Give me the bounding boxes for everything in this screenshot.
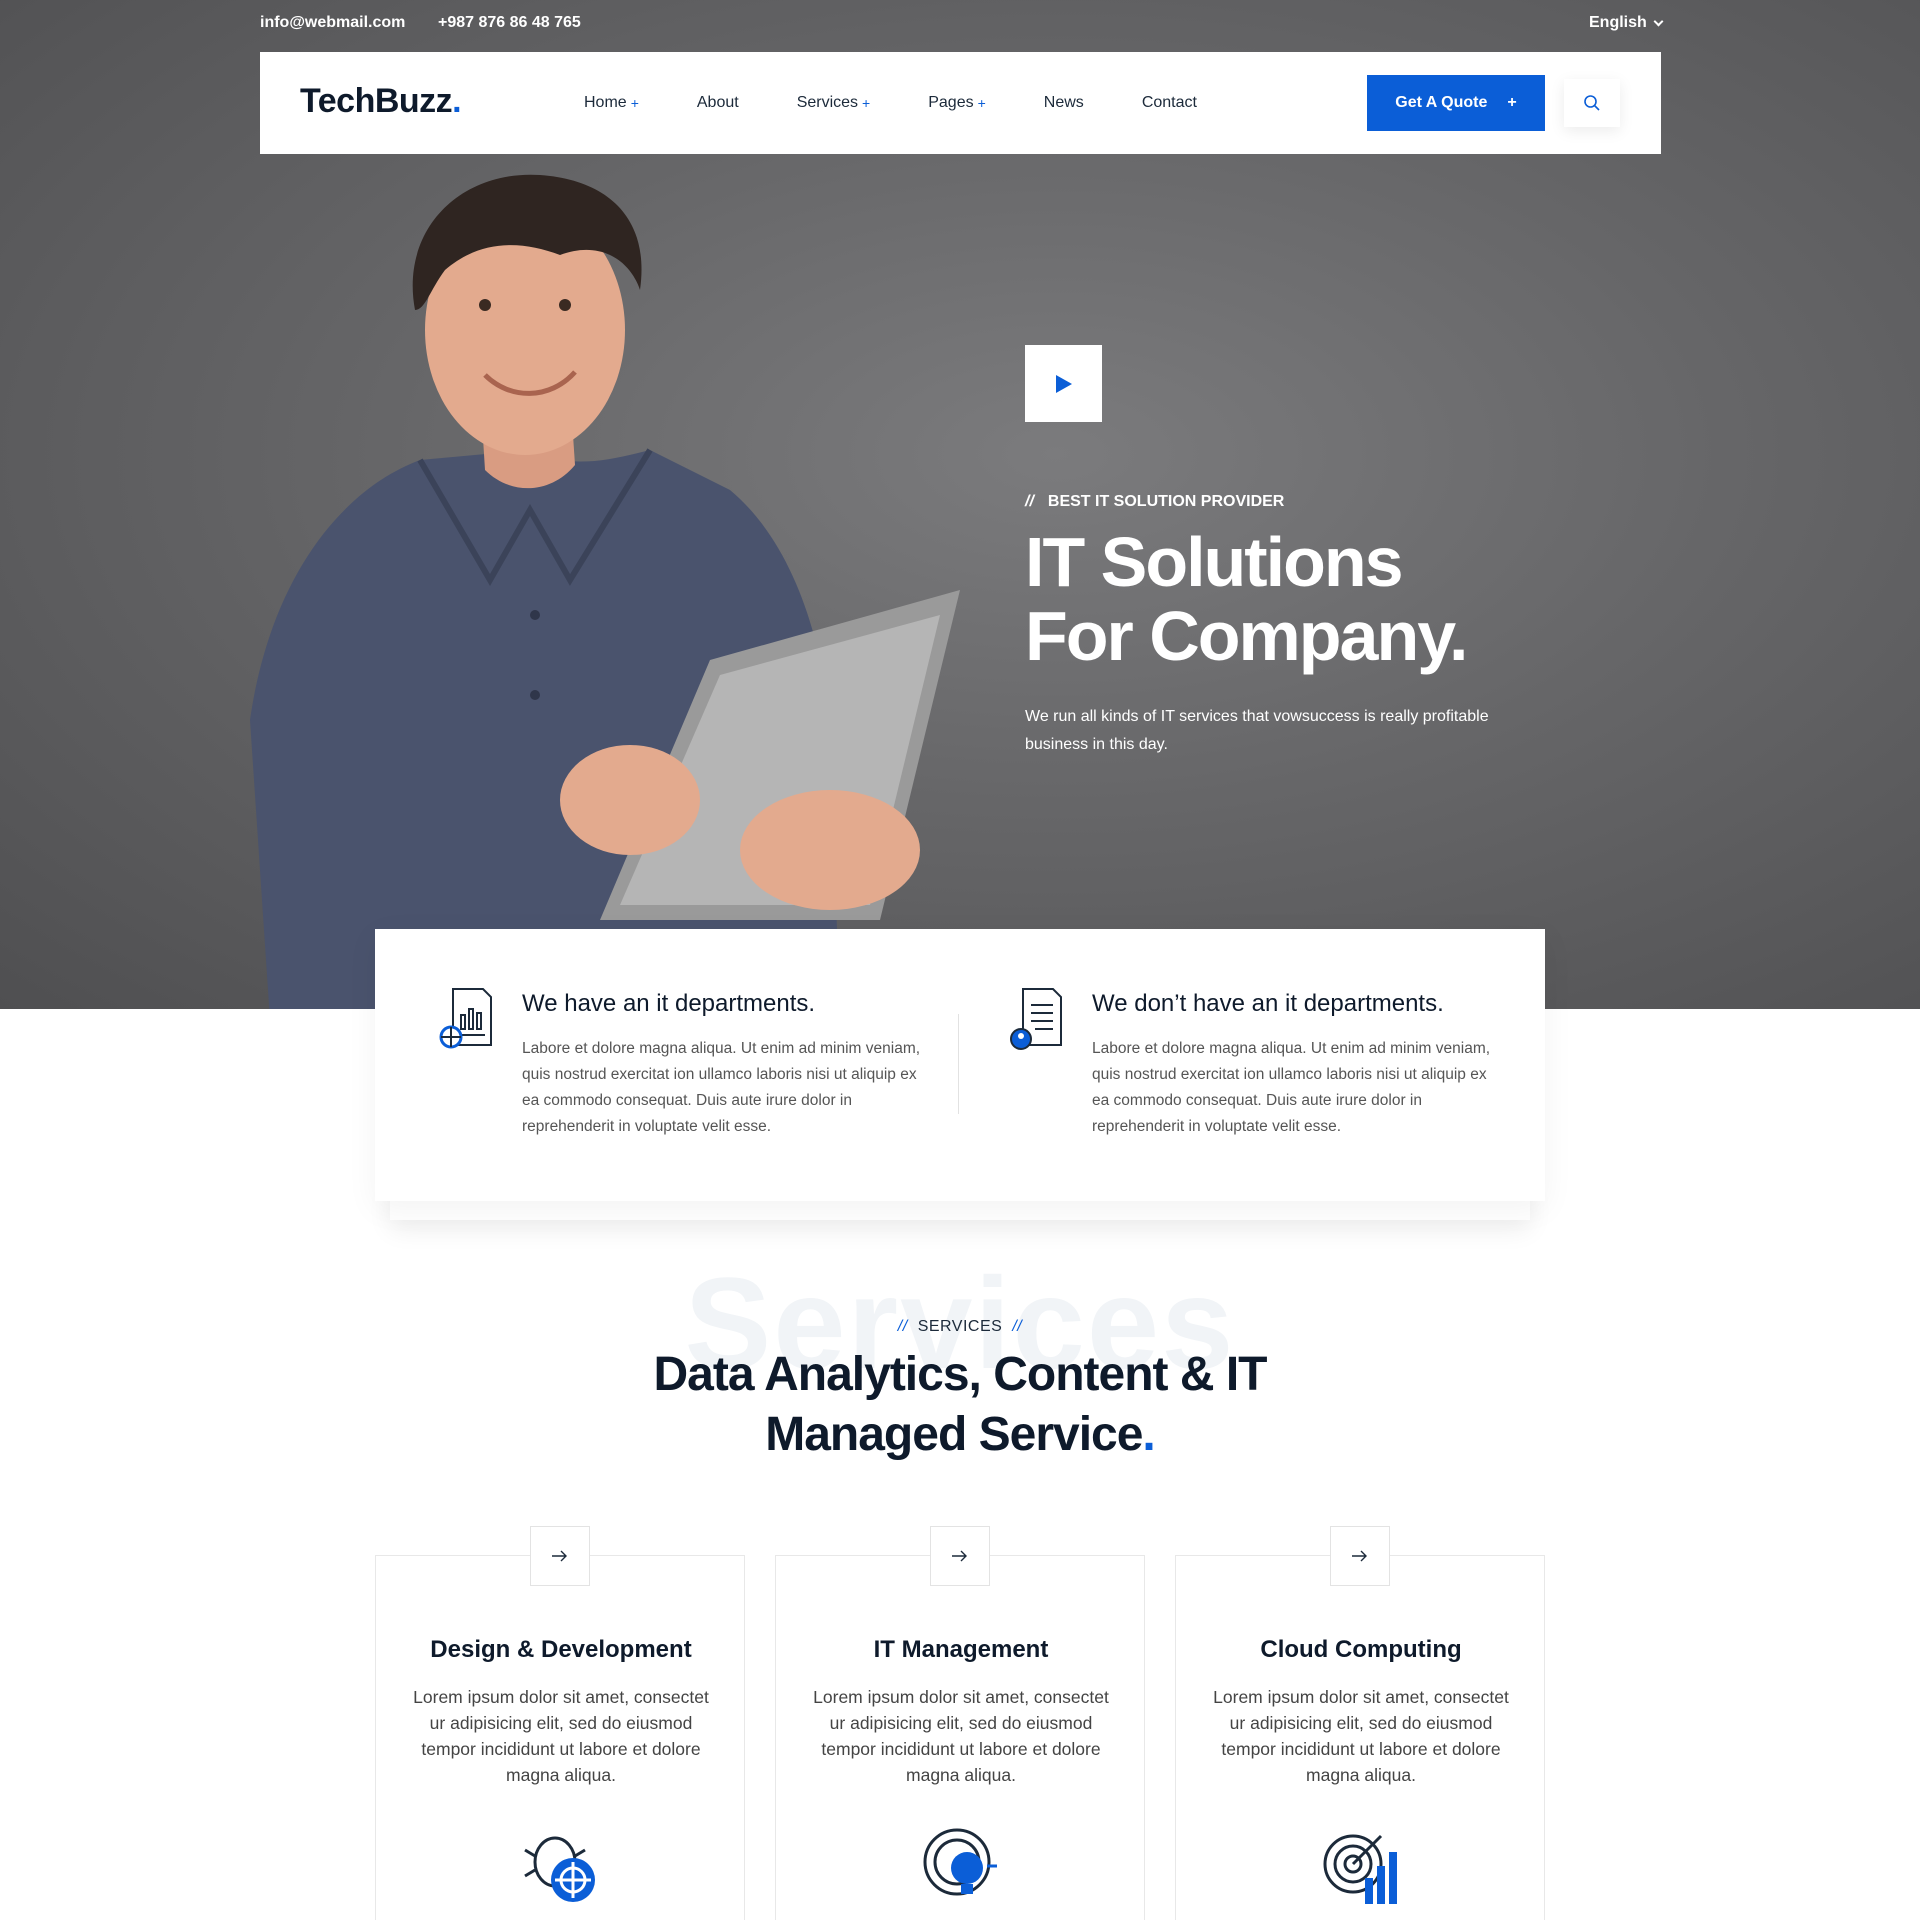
service-text: Lorem ipsum dolor sit amet, consectet ur… <box>1213 1687 1509 1785</box>
services-eyebrow: // SERVICES // <box>0 1318 1920 1336</box>
target-chart-icon <box>1323 1834 1397 1904</box>
plus-icon: + <box>862 95 871 111</box>
service-card-design[interactable]: Design & Development Lorem ipsum dolor s… <box>375 1526 745 1920</box>
language-selector[interactable]: English <box>1589 14 1664 32</box>
plus-icon: + <box>1507 94 1517 111</box>
service-card-cloud-computing[interactable]: Cloud Computing Lorem ipsum dolor sit am… <box>1175 1526 1545 1920</box>
site-logo[interactable]: TechBuzz. <box>300 82 462 121</box>
tagline-text: BEST IT SOLUTION PROVIDER <box>1047 493 1285 510</box>
topbar-email[interactable]: info@webmail.com <box>260 14 405 32</box>
services-title-line1: Data Analytics, Content & IT <box>653 1348 1268 1401</box>
feature-title: We have an it departments. <box>522 990 816 1017</box>
nav-label: Pages <box>928 94 974 111</box>
play-icon <box>1055 374 1072 393</box>
service-arrow-button[interactable] <box>1330 1526 1390 1586</box>
service-arrow-button[interactable] <box>930 1526 990 1586</box>
bug-target-icon <box>524 1836 595 1902</box>
arrow-right-icon <box>952 1550 967 1562</box>
service-title: IT Management <box>873 1636 1049 1663</box>
document-user-icon <box>1010 988 1062 1050</box>
services-title-line2: Managed Service <box>765 1408 1143 1461</box>
get-a-quote-button[interactable]: Get A Quote + <box>1367 75 1545 131</box>
nav-label: News <box>1043 94 1084 111</box>
feature-text: Labore et dolore magna aliqua. Ut enim a… <box>1092 1040 1491 1135</box>
feature-title: We don’t have an it departments. <box>1092 990 1444 1017</box>
hero-title-line2: For Company. <box>1025 597 1468 675</box>
service-text: Lorem ipsum dolor sit amet, consectet ur… <box>413 1687 709 1785</box>
hero-tagline: // BEST IT SOLUTION PROVIDER <box>1025 493 1284 511</box>
logo-dot: . <box>452 82 462 120</box>
title-dot: . <box>1142 1408 1155 1461</box>
play-video-button[interactable] <box>1025 345 1102 422</box>
eyebrow-slashes: // <box>897 1318 908 1335</box>
service-text: Lorem ipsum dolor sit amet, consectet ur… <box>813 1687 1109 1785</box>
report-chart-icon <box>439 988 492 1049</box>
main-navbar: TechBuzz. Home + About Services + Pages + N… <box>260 52 1661 154</box>
arrow-right-icon <box>552 1550 567 1562</box>
primary-nav: Home + About Services + Pages + News Contac… <box>584 52 1255 154</box>
plus-icon: + <box>977 95 986 111</box>
feature-divider <box>958 1014 959 1114</box>
nav-item-contact[interactable]: Contact <box>1142 94 1197 112</box>
nav-item-news[interactable]: News <box>1044 94 1084 112</box>
chevron-down-icon <box>1653 16 1664 26</box>
hero-title-line1: IT Solutions <box>1025 523 1404 601</box>
hero-description: We run all kinds of IT services that vow… <box>1025 708 1489 753</box>
nav-label: About <box>696 94 739 111</box>
logo-text: TechBuzz <box>300 82 453 120</box>
eyebrow-slashes: // <box>1012 1318 1023 1335</box>
feature-card: We have an it departments. Labore et dol… <box>375 929 1545 1201</box>
tagline-slashes: // <box>1025 493 1034 510</box>
quote-label: Get A Quote <box>1395 94 1488 111</box>
eyebrow-text: SERVICES <box>917 1318 1003 1335</box>
nav-label: Home <box>584 94 627 111</box>
service-card-it-management[interactable]: IT Management Lorem ipsum dolor sit amet… <box>775 1526 1145 1920</box>
topbar-phone[interactable]: +987 876 86 48 765 <box>438 14 581 32</box>
search-icon <box>1584 95 1600 111</box>
service-title: Design & Development <box>430 1636 692 1663</box>
hero-title: IT Solutions For Company. <box>1025 525 1585 673</box>
feature-text: Labore et dolore magna aliqua. Ut enim a… <box>522 1040 921 1135</box>
plus-icon: + <box>630 95 639 111</box>
services-title: Data Analytics, Content & IT Managed Ser… <box>0 1345 1920 1465</box>
service-arrow-button[interactable] <box>530 1526 590 1586</box>
nav-label: Services <box>796 94 859 111</box>
nav-item-about[interactable]: About <box>697 94 739 112</box>
search-button[interactable] <box>1564 79 1620 127</box>
nav-item-services[interactable]: Services + <box>797 94 871 112</box>
nav-item-home[interactable]: Home + <box>584 94 639 112</box>
service-title: Cloud Computing <box>1260 1636 1462 1663</box>
brain-bulb-icon <box>923 1828 997 1896</box>
hero-person-image <box>250 174 960 1009</box>
language-label: English <box>1589 14 1647 31</box>
nav-item-pages[interactable]: Pages + <box>928 94 986 112</box>
arrow-right-icon <box>1352 1550 1367 1562</box>
nav-label: Contact <box>1141 94 1197 111</box>
